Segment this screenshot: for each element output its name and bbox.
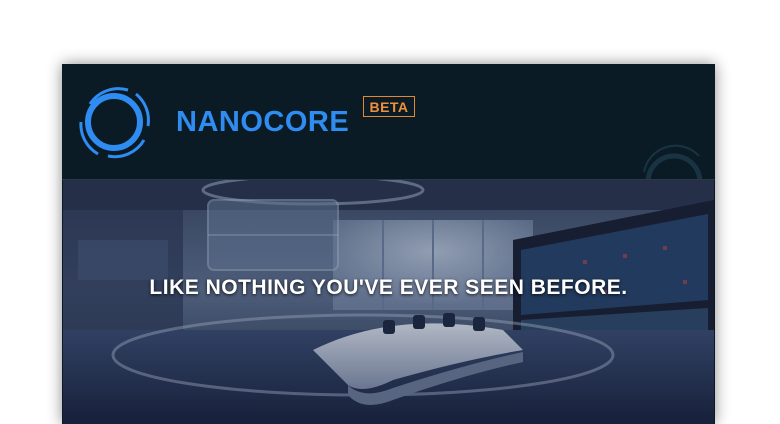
site-header: NANOCORE BETA — [62, 64, 715, 180]
brand-name[interactable]: NANOCORE — [176, 106, 349, 139]
futuristic-control-room-image — [63, 180, 714, 424]
ring-logo-icon[interactable] — [78, 82, 152, 162]
app-window: NANOCORE BETA LIKE NOTHING YOU'VE EVER S… — [62, 64, 715, 424]
hero-tagline: LIKE NOTHING YOU'VE EVER SEEN BEFORE. — [149, 276, 628, 299]
ring-watermark-icon — [643, 144, 703, 179]
hero-banner: LIKE NOTHING YOU'VE EVER SEEN BEFORE. — [63, 180, 714, 424]
beta-badge: BETA — [363, 96, 415, 117]
